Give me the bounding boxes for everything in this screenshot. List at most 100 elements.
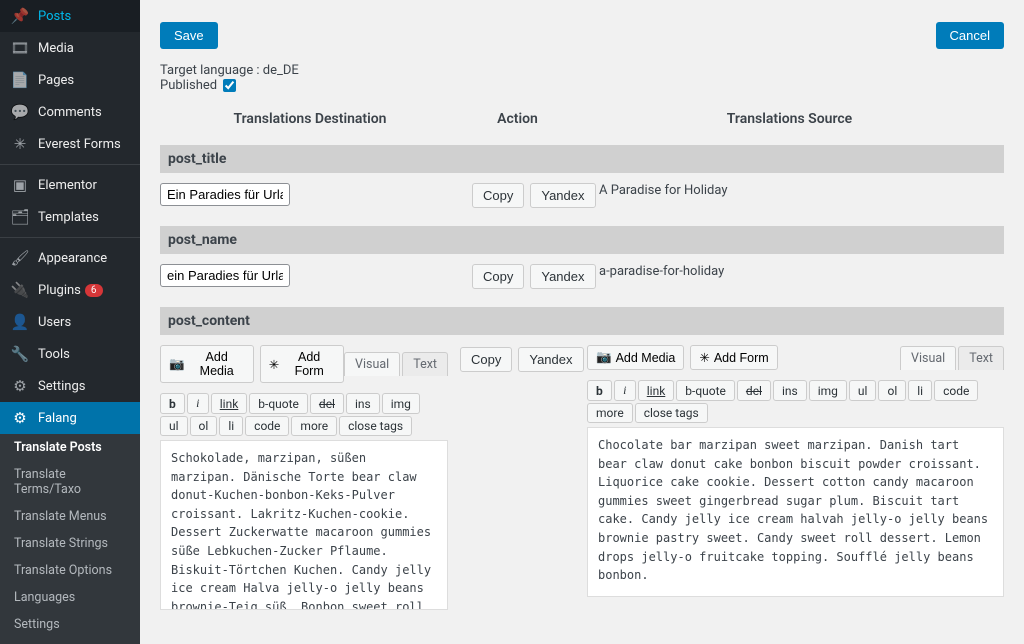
sidebar-item-posts[interactable]: 📌Posts [0, 0, 140, 32]
dest-add-media-button[interactable]: 📷Add Media [160, 345, 254, 383]
sidebar-item-label: Elementor [38, 178, 97, 193]
sidebar-item-label: Everest Forms [38, 137, 121, 152]
column-dest-header: Translations Destination [160, 111, 460, 127]
sidebar-item-users[interactable]: 👤Users [0, 306, 140, 338]
qt-link[interactable]: link [638, 380, 675, 401]
sidebar-item-label: Users [38, 315, 71, 330]
post-title-yandex-button[interactable]: Yandex [530, 183, 595, 208]
qt-b[interactable]: b [160, 393, 185, 414]
section-post-title: post_title [160, 145, 1004, 173]
qt-close-tags[interactable]: close tags [635, 403, 708, 423]
qt-bquote[interactable]: b-quote [249, 393, 308, 414]
sidebar-item-pages[interactable]: 📄 Pages [0, 64, 140, 96]
media-icon: 🎞 [10, 39, 30, 57]
submenu-languages[interactable]: Languages [0, 584, 140, 611]
sidebar-item-elementor[interactable]: ▣ Elementor [0, 169, 140, 201]
dest-quicktags-toolbar: b i link b-quote del ins img ul ol li co… [160, 389, 448, 440]
published-checkbox[interactable] [223, 79, 236, 92]
post-content-copy-button[interactable]: Copy [460, 347, 512, 372]
submenu-translate-posts[interactable]: Translate Posts [0, 434, 140, 461]
sidebar-item-label: Plugins [38, 283, 81, 298]
source-tab-visual[interactable]: Visual [900, 346, 956, 370]
sidebar-item-comments[interactable]: 💬 Comments [0, 96, 140, 128]
save-button[interactable]: Save [160, 22, 218, 49]
column-action-header: Action [460, 111, 575, 127]
sidebar-item-appearance[interactable]: 🖌 Appearance [0, 242, 140, 274]
page-icon: 📄 [10, 71, 30, 89]
dest-add-form-button[interactable]: ✳Add Form [260, 345, 344, 383]
post-title-dest-input[interactable] [160, 183, 290, 206]
qt-img[interactable]: img [382, 393, 420, 414]
sidebar-item-label: Templates [38, 210, 99, 225]
section-post-name: post_name [160, 226, 1004, 254]
qt-bquote[interactable]: b-quote [676, 380, 735, 401]
qt-img[interactable]: img [809, 380, 847, 401]
plugins-badge: 6 [85, 284, 103, 297]
qt-ol[interactable]: ol [878, 380, 906, 401]
qt-ol[interactable]: ol [190, 416, 218, 436]
submenu-translate-menus[interactable]: Translate Menus [0, 503, 140, 530]
falang-submenu: Translate Posts Translate Terms/Taxo Tra… [0, 434, 140, 644]
dest-editor-wrap: 📷Add Media ✳Add Form Visual Text b i lin… [160, 345, 448, 614]
brush-icon: 🖌 [10, 249, 30, 267]
qt-li[interactable]: li [908, 380, 932, 401]
qt-more[interactable]: more [587, 403, 633, 423]
qt-link[interactable]: link [211, 393, 248, 414]
qt-del[interactable]: del [737, 380, 771, 401]
submenu-translate-strings[interactable]: Translate Strings [0, 530, 140, 557]
sidebar-item-label: Appearance [38, 251, 107, 266]
forms-icon: ✳ [699, 350, 709, 365]
dest-content-textarea[interactable] [160, 440, 448, 610]
qt-ins[interactable]: ins [773, 380, 807, 401]
sidebar-item-everest-forms[interactable]: ✳Everest Forms [0, 128, 140, 160]
sidebar-item-tools[interactable]: 🔧Tools [0, 338, 140, 370]
post-content-yandex-button[interactable]: Yandex [518, 347, 583, 372]
sidebar-item-label: Pages [38, 73, 74, 88]
sidebar-item-templates[interactable]: 🗂Templates [0, 201, 140, 233]
gear-icon: ⚙ [10, 409, 30, 427]
source-editor-wrap: 📷Add Media ✳Add Form Visual Text b i lin… [587, 345, 1004, 601]
qt-code[interactable]: code [245, 416, 289, 436]
dest-tab-text[interactable]: Text [402, 352, 448, 376]
sidebar-item-falang[interactable]: ⚙Falang [0, 402, 140, 434]
post-name-copy-button[interactable]: Copy [472, 264, 524, 289]
post-name-yandex-button[interactable]: Yandex [530, 264, 595, 289]
source-content-textarea[interactable] [587, 427, 1004, 597]
camera-icon: 📷 [169, 357, 185, 372]
qt-more[interactable]: more [291, 416, 337, 436]
comment-icon: 💬 [10, 103, 30, 121]
qt-i[interactable]: i [187, 393, 209, 414]
source-add-media-button[interactable]: 📷Add Media [587, 345, 684, 370]
elementor-icon: ▣ [10, 176, 30, 194]
qt-i[interactable]: i [614, 380, 636, 401]
qt-ins[interactable]: ins [346, 393, 380, 414]
qt-ul[interactable]: ul [849, 380, 877, 401]
submenu-translate-options[interactable]: Translate Options [0, 557, 140, 584]
submenu-translate-terms[interactable]: Translate Terms/Taxo [0, 461, 140, 503]
post-title-source-text: A Paradise for Holiday [599, 183, 1004, 198]
sidebar-item-settings[interactable]: ⚙Settings [0, 370, 140, 402]
source-add-form-button[interactable]: ✳Add Form [690, 345, 777, 370]
qt-close-tags[interactable]: close tags [339, 416, 412, 436]
qt-del[interactable]: del [310, 393, 344, 414]
cancel-button[interactable]: Cancel [936, 22, 1004, 49]
dest-tab-visual[interactable]: Visual [344, 352, 400, 376]
sidebar-item-label: Media [38, 41, 74, 56]
column-source-header: Translations Source [575, 111, 1004, 127]
sidebar-item-media[interactable]: 🎞 Media [0, 32, 140, 64]
source-tab-text[interactable]: Text [958, 346, 1004, 370]
qt-ul[interactable]: ul [160, 416, 188, 436]
submenu-get-help[interactable]: Get Help [0, 638, 140, 644]
post-title-copy-button[interactable]: Copy [472, 183, 524, 208]
qt-code[interactable]: code [934, 380, 978, 401]
qt-li[interactable]: li [219, 416, 243, 436]
qt-b[interactable]: b [587, 380, 612, 401]
plugin-icon: 🔌 [10, 281, 30, 299]
submenu-settings[interactable]: Settings [0, 611, 140, 638]
sidebar-item-label: Comments [38, 105, 102, 120]
admin-sidebar: 📌Posts 🎞 Media 📄 Pages 💬 Comments ✳Everest … [0, 0, 140, 644]
sidebar-item-plugins[interactable]: 🔌 Plugins 6 [0, 274, 140, 306]
post-name-dest-input[interactable] [160, 264, 290, 287]
forms-icon: ✳ [269, 357, 279, 372]
gear-icon: ⚙ [10, 377, 30, 395]
